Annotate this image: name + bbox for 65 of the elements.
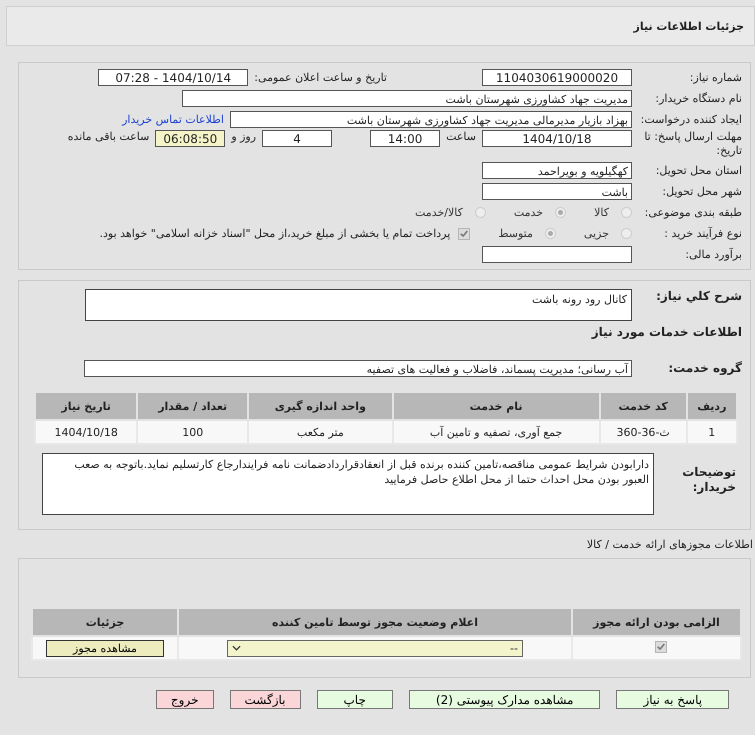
action-button[interactable]: چاپ <box>316 690 393 709</box>
field-label: برآورد مالی: <box>684 248 742 261</box>
section-heading: اطلاعات خدمات مورد نیاز <box>592 325 742 339</box>
section-heading: اطلاعات مجوزهای ارائه خدمت / کالا <box>586 538 753 551</box>
field-label: روز و <box>231 130 256 143</box>
column-header: جزئیات <box>32 608 178 636</box>
action-button[interactable]: مشاهده مدارک پیوستی (2) <box>408 690 600 709</box>
province-field[interactable]: کهگیلویه و بویراحمد <box>482 162 632 179</box>
action-button[interactable]: بازگشت <box>230 690 300 709</box>
field-label: شهر محل تحویل: <box>661 185 742 198</box>
column-header: اعلام وضعیت مجوز توسط تامین کننده <box>178 608 572 636</box>
required-checkbox[interactable] <box>654 640 666 653</box>
view-permit-button[interactable]: مشاهده مجوز <box>46 640 164 656</box>
estimate-field[interactable] <box>482 246 632 263</box>
table-cell: جمع آوری، تصفیه و تامین آب <box>392 420 600 444</box>
column-header: ردیف <box>686 392 737 420</box>
column-header: نام خدمت <box>392 392 600 420</box>
status-dropdown[interactable]: -- <box>227 640 523 656</box>
deadline-time-field[interactable]: 14:00 <box>370 130 440 147</box>
table-cell: 100 <box>137 420 248 444</box>
table-cell: 1 <box>686 420 737 444</box>
action-button[interactable]: خروج <box>156 690 214 709</box>
field-label: مهلت ارسال پاسخ: تا تاریخ: <box>643 130 742 158</box>
radio-option[interactable]: کالا/خدمت <box>415 206 486 219</box>
table-cell: 1404/10/18 <box>35 420 138 444</box>
remaining-time-field[interactable]: 06:08:50 <box>155 130 226 147</box>
announce-date-field[interactable]: 1404/10/14 - 07:28 <box>98 69 248 86</box>
field-label: نام دستگاه خریدار: <box>654 92 742 105</box>
column-header: واحد اندازه گیری <box>248 392 393 420</box>
payment-label: پرداخت تمام یا بخشی از مبلغ خرید،از محل "اسناد خزانه اسلامی" خواهد بود. <box>100 227 450 240</box>
radio-option[interactable]: جزیی <box>584 227 632 240</box>
field-label: استان محل تحویل: <box>654 164 742 177</box>
field-label: ایجاد کننده درخواست: <box>640 113 742 126</box>
caret-icon <box>232 645 241 651</box>
field-label: نوع فرآیند خرید : <box>663 227 742 240</box>
radio-option[interactable]: کالا <box>594 206 632 219</box>
table-cell: ث-36-360 <box>600 420 687 444</box>
field-label: ساعت <box>446 130 476 143</box>
field-label: شماره نیاز: <box>688 71 742 84</box>
buyer-contact-link[interactable]: اطلاعات تماس خریدار <box>122 113 224 126</box>
column-header: کد خدمت <box>600 392 687 420</box>
city-field[interactable]: باشت <box>482 183 632 200</box>
buyer-notes-field[interactable]: دارابودن شرایط عمومی مناقصه،تامین کننده برنده قبل از انعقادقراردادضمانت نامه فرایندارجاع کارتسلیم نماید.باتوجه به صعب العبور بودن محل احداث حتما از محل اطلاع حاصل فرمایید <box>42 453 654 515</box>
need-number-field[interactable]: 1104030619000020 <box>482 69 632 86</box>
creator-field[interactable]: بهزاد بازیار مدیرمالی مدیریت جهاد کشاورزی شهرستان باشت <box>230 111 632 128</box>
radio-option[interactable]: خدمت <box>514 206 566 219</box>
field-label: شرح كلي نياز: <box>655 289 742 303</box>
table-cell: متر مکعب <box>248 420 393 444</box>
field-label: گروه خدمت: <box>667 361 742 375</box>
column-header: تعداد / مقدار <box>137 392 248 420</box>
buyer-field[interactable]: مدیریت جهاد کشاورزی شهرستان باشت <box>182 90 632 107</box>
field-label: تاریخ و ساعت اعلان عمومی: <box>254 71 387 84</box>
action-button[interactable]: پاسخ به نیاز <box>616 690 730 709</box>
column-header: تاریخ نیاز <box>35 392 138 420</box>
column-header: الزامی بودن ارائه مجوز <box>572 608 741 636</box>
field-label: طبقه بندی موضوعی: <box>644 206 742 219</box>
days-field[interactable]: 4 <box>262 130 332 147</box>
payment-checkbox[interactable] <box>458 228 470 240</box>
field-label: توضیحات خریدار: <box>681 465 736 495</box>
service-group-field[interactable]: آب رسانی؛ مدیریت پسماند، فاضلاب و فعالیت های تصفیه <box>84 360 632 376</box>
page-title: جزئیات اطلاعات نیاز <box>634 20 744 32</box>
description-field[interactable]: كانال رود رونه باشت <box>85 289 632 321</box>
radio-option[interactable]: متوسط <box>498 227 556 240</box>
field-label: ساعت باقی مانده <box>68 130 150 143</box>
deadline-date-field[interactable]: 1404/10/18 <box>482 130 632 147</box>
